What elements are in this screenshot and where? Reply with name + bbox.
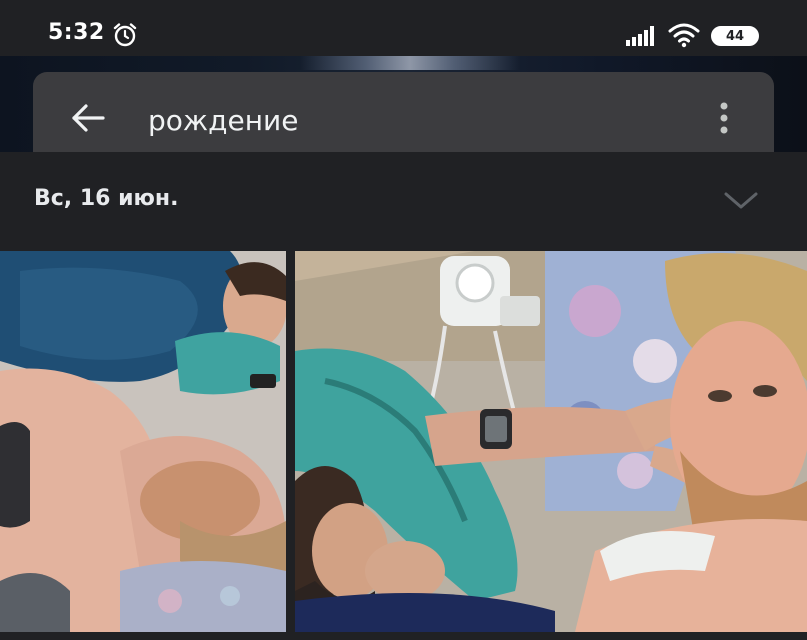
search-input[interactable]: рождение: [148, 104, 298, 137]
signal-icon: [626, 26, 658, 50]
status-bar: 5:32 44: [0, 0, 807, 56]
bottom-strip: [0, 632, 807, 640]
more-vert-icon: [719, 101, 729, 139]
wifi-icon: [668, 22, 700, 52]
more-options-button[interactable]: [702, 98, 746, 142]
battery-icon: 44: [711, 26, 759, 46]
photo-thumbnail[interactable]: [295, 251, 807, 632]
status-time: 5:32: [48, 20, 105, 45]
battery-level: 44: [725, 28, 745, 44]
date-label: Вс, 16 июн.: [34, 186, 179, 211]
expand-section-button[interactable]: [718, 182, 764, 222]
back-button[interactable]: [64, 96, 112, 144]
arrow-left-icon: [70, 103, 106, 137]
alarm-icon: [112, 22, 138, 52]
chevron-down-icon: [723, 190, 759, 214]
photo-thumbnail[interactable]: [0, 251, 286, 632]
